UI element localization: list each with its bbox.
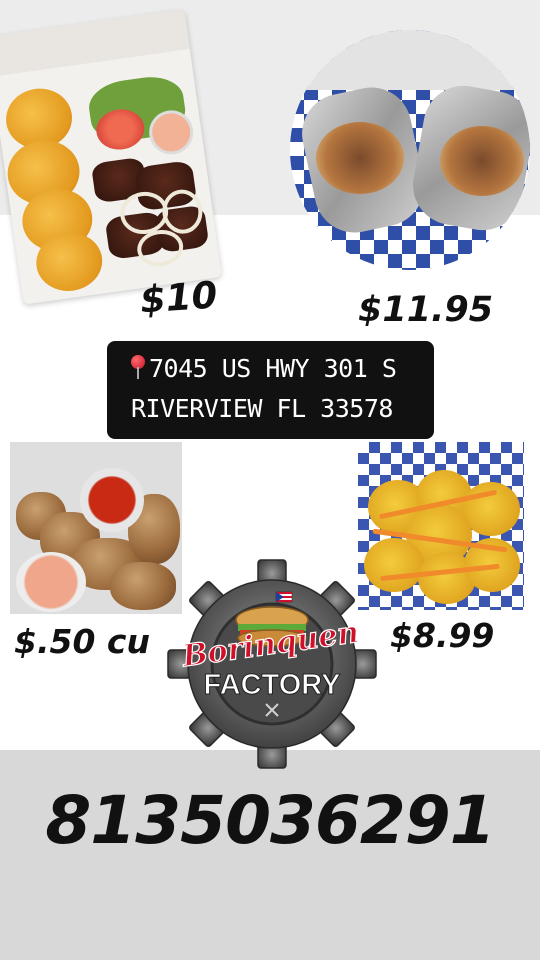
plantains-steak-photo — [0, 9, 222, 305]
price-tostones: $8.99 — [390, 616, 495, 655]
sandwich-photo — [290, 30, 530, 270]
price-wings: $.50 cu — [14, 622, 150, 661]
price-plantains-steak: $10 — [138, 273, 219, 322]
map-pin-icon — [131, 355, 145, 379]
address-street: 7045 US HWY 301 S — [149, 354, 397, 383]
address-line-1: 7045 US HWY 301 S — [131, 349, 434, 389]
wings-photo — [10, 442, 182, 614]
address-line-2: RIVERVIEW FL 33578 — [131, 394, 393, 423]
brand-logo: Borinquen FACTORY — [166, 558, 378, 770]
price-sandwich: $11.95 — [358, 290, 494, 330]
address-box: 7045 US HWY 301 S RIVERVIEW FL 33578 — [107, 341, 434, 439]
tostones-photo — [358, 442, 524, 610]
logo-name-line2: FACTORY — [204, 669, 341, 701]
gear-logo-icon: Borinquen FACTORY — [167, 559, 377, 769]
phone-number: 8135036291 — [45, 782, 495, 859]
